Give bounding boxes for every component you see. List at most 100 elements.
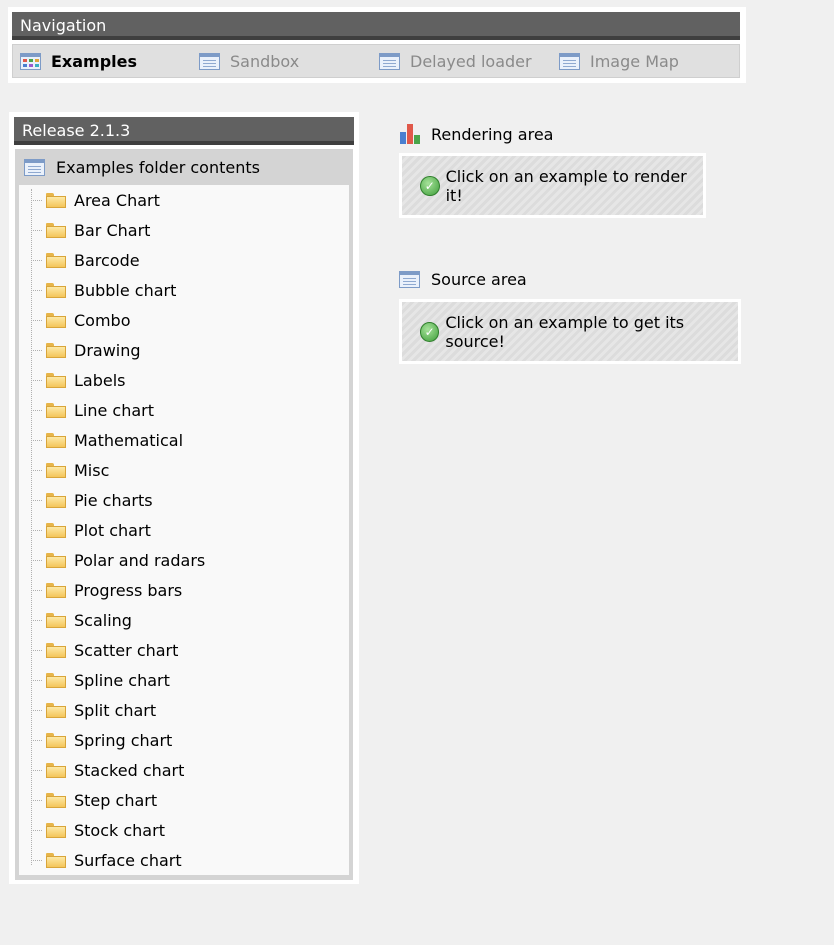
tree-connector	[31, 529, 42, 531]
folder-icon	[46, 192, 66, 208]
tree-connector	[31, 589, 42, 591]
folder-icon	[46, 252, 66, 268]
tree-folder-item[interactable]: Split chart	[31, 695, 156, 725]
tree-folder-item[interactable]: Line chart	[31, 395, 154, 425]
tree-connector	[31, 859, 42, 861]
folder-icon	[46, 222, 66, 238]
tree-folder-label: Area Chart	[74, 190, 160, 210]
tree-folder-label: Scatter chart	[74, 640, 179, 660]
tree-folder-item[interactable]: Scaling	[31, 605, 132, 635]
tree-folder-label: Barcode	[74, 250, 140, 270]
tree-folder-item[interactable]: Stock chart	[31, 815, 165, 845]
folder-icon	[46, 342, 66, 358]
tree-folder-label: Labels	[74, 370, 126, 390]
tree-connector	[31, 649, 42, 651]
tree-folder-item[interactable]: Barcode	[31, 245, 140, 275]
release-panel: Release 2.1.3 Examples folder contents A…	[9, 112, 359, 884]
tree-connector	[31, 439, 42, 441]
tree-folder-label: Stock chart	[74, 820, 165, 840]
tree-folder-label: Progress bars	[74, 580, 183, 600]
rendering-area-message: Click on an example to render it!	[445, 166, 687, 205]
tree-folder-item[interactable]: Pie charts	[31, 485, 153, 515]
folder-icon	[46, 582, 66, 598]
folder-icon	[46, 612, 66, 628]
source-area: ✓ Click on an example to get its source!	[399, 299, 741, 364]
tree-folder-label: Line chart	[74, 400, 155, 420]
folder-icon	[46, 372, 66, 388]
tree-root-label: Examples folder contents	[56, 157, 260, 177]
tree-connector	[31, 829, 42, 831]
tree-folder-label: Stacked chart	[74, 760, 185, 780]
tree-connector	[31, 349, 42, 351]
tree-folder-item[interactable]: Combo	[31, 305, 131, 335]
list-icon	[399, 271, 420, 288]
tree-connector	[31, 799, 42, 801]
folder-tree: Examples folder contents Area Chart Bar C…	[15, 149, 353, 880]
folder-icon	[46, 552, 66, 568]
rendering-area-label: Rendering area	[431, 124, 554, 144]
tree-folder-item[interactable]: Area Chart	[31, 185, 160, 215]
tree-folder-item[interactable]: Scatter chart	[31, 635, 178, 665]
folder-icon	[46, 702, 66, 718]
folder-icon	[46, 762, 66, 778]
tree-connector	[31, 289, 42, 291]
tree-folder-label: Misc	[74, 460, 110, 480]
navigation-header: Navigation	[12, 12, 740, 40]
bar-chart-icon	[399, 124, 423, 144]
tree-folder-item[interactable]: Spring chart	[31, 725, 172, 755]
tree-folder-label: Bubble chart	[74, 280, 177, 300]
tree-folder-item[interactable]: Progress bars	[31, 575, 182, 605]
tree-folder-item[interactable]: Polar and radars	[31, 545, 205, 575]
source-area-message: Click on an example to get its source!	[445, 312, 685, 351]
tree-connector	[31, 319, 42, 321]
tree-folder-item[interactable]: Stacked chart	[31, 755, 184, 785]
tab-delayed-loader-label: Delayed loader	[410, 51, 532, 71]
tree-folder-item[interactable]: Drawing	[31, 335, 141, 365]
folder-icon	[46, 432, 66, 448]
tree-connector	[31, 379, 42, 381]
tree-connector	[31, 679, 42, 681]
tree-folder-label: Split chart	[74, 700, 157, 720]
tree-folder-item[interactable]: Step chart	[31, 785, 157, 815]
folder-icon	[46, 672, 66, 688]
tree-folder-item[interactable]: Bar Chart	[31, 215, 150, 245]
folder-icon	[46, 312, 66, 328]
tab-sandbox-label: Sandbox	[230, 51, 300, 71]
folder-icon	[46, 822, 66, 838]
tab-sandbox[interactable]: Sandbox	[199, 45, 299, 77]
tab-examples-label: Examples	[51, 51, 138, 71]
tab-image-map-label: Image Map	[590, 51, 679, 71]
tree-connector	[31, 259, 42, 261]
tree-folder-label: Plot chart	[74, 520, 151, 540]
tab-delayed-loader[interactable]: Delayed loader	[379, 45, 532, 77]
rendering-area-message-box: ✓ Click on an example to render it!	[402, 156, 703, 215]
list-icon	[559, 52, 580, 70]
tree-connector	[31, 559, 42, 561]
folder-icon	[46, 282, 66, 298]
navigation-tab-bar: Examples Sandbox Delayed loader Image Ma…	[12, 44, 740, 78]
tree-folder-label: Pie charts	[74, 490, 153, 510]
tree-connector	[31, 229, 42, 231]
tree-connector	[31, 769, 42, 771]
tree-connector	[31, 739, 42, 741]
tree-folder-item[interactable]: Bubble chart	[31, 275, 176, 305]
folder-icon	[46, 492, 66, 508]
tree-folder-item[interactable]: Mathematical	[31, 425, 183, 455]
tab-examples[interactable]: Examples	[20, 45, 137, 77]
tree-folder-item[interactable]: Spline chart	[31, 665, 170, 695]
tree-connector	[31, 709, 42, 711]
source-area-label: Source area	[431, 270, 527, 289]
list-icon	[379, 52, 400, 70]
tree-folder-label: Drawing	[74, 340, 141, 360]
tree-folder-label: Surface chart	[74, 850, 182, 870]
tree-folder-item[interactable]: Misc	[31, 455, 109, 485]
navigation-panel: Navigation Examples Sandbox Delayed load…	[8, 7, 746, 83]
tree-root[interactable]: Examples folder contents	[15, 149, 353, 185]
tree-folder-item[interactable]: Labels	[31, 365, 126, 395]
tab-image-map[interactable]: Image Map	[559, 45, 679, 77]
tree-folder-item[interactable]: Surface chart	[31, 845, 182, 875]
rendering-area: ✓ Click on an example to render it!	[399, 153, 706, 218]
list-icon	[24, 158, 45, 176]
tree-folder-label: Scaling	[74, 610, 132, 630]
tree-folder-item[interactable]: Plot chart	[31, 515, 151, 545]
